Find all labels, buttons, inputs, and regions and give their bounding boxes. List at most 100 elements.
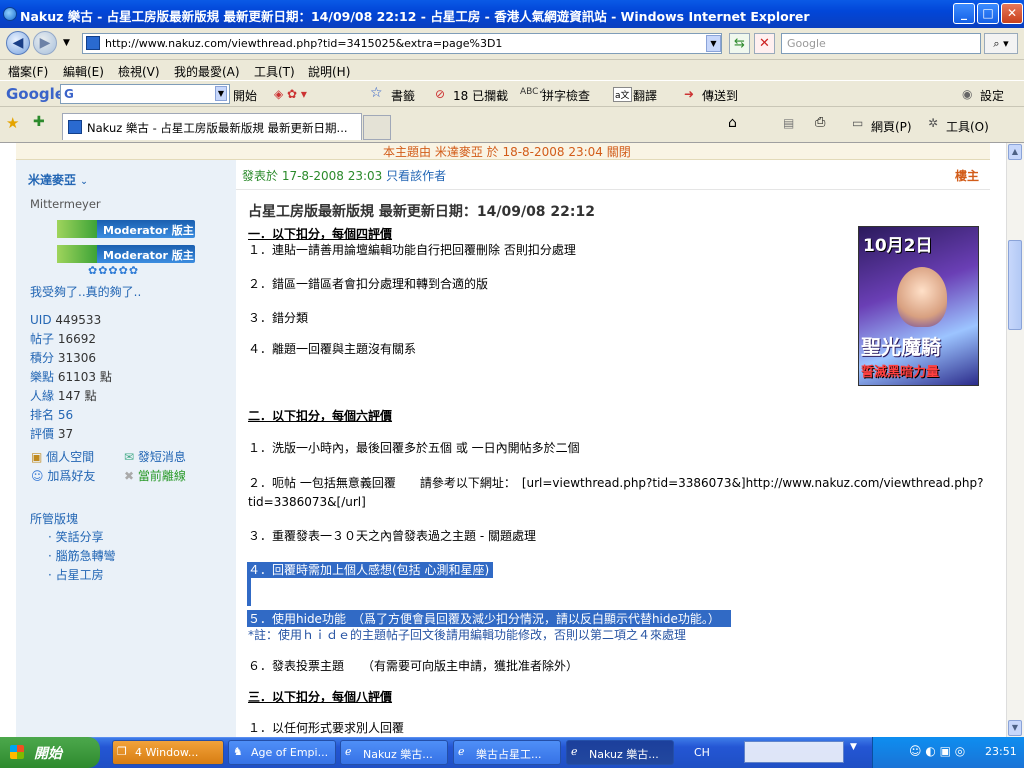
section-2-item: ２．呃帖 一包括無意義回覆 請參考以下網址： [url=viewthread.p… xyxy=(248,476,984,490)
tab-page-icon xyxy=(68,120,82,134)
taskbar-search-dropdown-icon[interactable]: ▼ xyxy=(850,742,857,752)
system-tray: ☺ ◐ ▣ ◎ 23:51 xyxy=(872,737,1024,768)
back-button[interactable]: ◀ xyxy=(6,31,30,55)
ad-date: 10月2日 xyxy=(863,236,933,256)
address-dropdown-icon[interactable]: ▼ xyxy=(706,35,721,52)
new-tab-button[interactable] xyxy=(363,115,391,140)
moderator-badge-2: Moderator 版主 xyxy=(57,245,195,263)
window-title: Nakuz 樂古 - 占星工房版最新版規 最新更新日期：14/09/08 22:… xyxy=(20,9,810,24)
thread-closed-notice: 本主題由 米達麥亞 於 18-8-2008 23:04 關閉 xyxy=(16,143,990,160)
hide-note: *註：使用ｈｉｄｅ的主題帖子回文後請用編輯功能修改，否則以第二項之４來處理 xyxy=(248,628,687,642)
send-to-button[interactable]: 傳送到 xyxy=(702,87,738,104)
search-icon[interactable]: ⌕ ▾ xyxy=(984,33,1018,54)
menu-view[interactable]: 檢視(V) xyxy=(118,63,160,80)
section-2-item: ３．重覆發表一３０天之內曾發表過之主題 - 關題處理 xyxy=(248,529,536,543)
stat-popularity: 人緣 147 點 xyxy=(30,389,97,403)
page-scrollbar[interactable] xyxy=(1006,143,1024,737)
space-icon: ▣ xyxy=(31,450,43,464)
managed-forum-link[interactable]: · 腦筋急轉彎 xyxy=(48,547,116,566)
space-link[interactable]: ▣ 個人空間 xyxy=(31,448,94,465)
address-input[interactable]: http://www.nakuz.com/viewthread.php?tid=… xyxy=(82,33,722,54)
taskbar-item[interactable]: ♞ Age of Empi... xyxy=(228,740,336,765)
section-3-item: １．以任何形式要求別人回覆 xyxy=(248,721,405,735)
folder-icon: ❐ xyxy=(117,745,127,758)
refresh-icon[interactable]: ⇆ xyxy=(729,33,750,54)
taskbar-item[interactable]: ℯ 樂古占星工... xyxy=(453,740,561,765)
bookmarks-button[interactable]: 書籤 xyxy=(391,87,415,104)
menu-favorites[interactable]: 我的最愛(A) xyxy=(174,63,240,80)
taskbar-item[interactable]: ❐ 4 Window... xyxy=(112,740,224,765)
start-button[interactable]: 開始 xyxy=(0,737,100,768)
post-meta: 發表於 17-8-2008 23:03 只看該作者 xyxy=(242,169,447,183)
ad-banner[interactable]: 10月2日 聖光魔騎 誓滅黑暗力量 xyxy=(858,226,979,386)
post-floor[interactable]: 樓主 xyxy=(955,167,979,184)
maximize-button[interactable]: □ xyxy=(977,3,999,24)
google-dropdown-icon[interactable]: ▼ xyxy=(214,86,227,101)
translate-icon: a文 xyxy=(613,87,632,102)
home-icon[interactable]: ⌂ xyxy=(728,115,737,131)
add-favorites-icon[interactable]: ✚ xyxy=(33,114,45,130)
menu-help[interactable]: 說明(H) xyxy=(308,63,350,80)
bookmark-star-icon[interactable]: ☆ xyxy=(370,85,383,101)
offline-icon: ✖ xyxy=(124,469,135,483)
scroll-up-icon[interactable]: ▲ xyxy=(1008,144,1022,160)
settings-icon: ◉ xyxy=(962,87,973,101)
page-menu-icon: ▭ xyxy=(852,116,864,130)
add-friend-link[interactable]: ☺ 加爲好友 xyxy=(31,467,95,484)
scroll-thumb[interactable] xyxy=(1008,240,1022,330)
taskbar-item[interactable]: ℯ Nakuz 樂古... xyxy=(340,740,448,765)
tray-icons[interactable]: ☺ ◐ ▣ ◎ xyxy=(909,744,965,758)
managed-forums-list: · 笑話分享 · 腦筋急轉彎 · 占星工房 xyxy=(48,528,116,585)
moderator-badge-1: Moderator 版主 xyxy=(57,220,195,238)
section-2-item-cont: tid=3386073&[/url] xyxy=(248,495,366,509)
window-titlebar[interactable]: Nakuz 樂古 - 占星工房版最新版規 最新更新日期：14/09/08 22:… xyxy=(0,0,1024,28)
menu-edit[interactable]: 編輯(E) xyxy=(63,63,104,80)
section-1-item: ３．錯分類 xyxy=(248,311,309,325)
history-dropdown-icon[interactable]: ▼ xyxy=(63,38,70,48)
section-2-item-selected: ４．回覆時需加上個人感想(包括 心測和星座) xyxy=(248,563,490,577)
taskbar-item-active[interactable]: ℯ Nakuz 樂古... xyxy=(566,740,674,765)
ad-title: 聖光魔騎 xyxy=(861,335,941,359)
tab-active-label: Nakuz 樂古 - 占星工房版最新版規 最新更新日期... xyxy=(87,121,348,135)
stat-posts: 帖子 16692 xyxy=(30,332,97,346)
clock: 23:51 xyxy=(985,745,1017,758)
author-name[interactable]: 米達麥亞 ⌄ xyxy=(28,171,88,188)
section-2-item: ６．發表投票主題 （有需要可向版主申請，獲批准者除外） xyxy=(248,659,579,673)
post-title: 占星工房版最新版規 最新更新日期：14/09/08 22:12 xyxy=(248,204,595,220)
author-subname: Mittermeyer xyxy=(30,197,101,211)
print-icon[interactable]: ⎙ xyxy=(815,115,825,130)
page-menu[interactable]: 網頁(P) xyxy=(871,118,912,135)
pm-link[interactable]: ✉ 發短消息 xyxy=(124,448,186,465)
section-2-heading: 二．以下扣分，每個六評價 xyxy=(248,409,393,423)
menu-bar: 檔案(F) 編輯(E) 檢視(V) 我的最愛(A) 工具(T) 說明(H) xyxy=(0,60,1024,80)
ie-logo-icon xyxy=(3,7,17,21)
spellcheck-button[interactable]: 拼字檢查 xyxy=(542,87,590,104)
selection-highlight xyxy=(247,578,251,606)
taskbar-search-input[interactable] xyxy=(744,741,844,763)
send-to-icon: ➜ xyxy=(684,87,695,101)
favorites-star-icon[interactable]: ★ xyxy=(6,114,19,132)
popup-blocked-count[interactable]: 18 已攔截 xyxy=(453,87,508,104)
language-indicator[interactable]: CH xyxy=(694,746,710,759)
feeds-icon[interactable]: ▤ xyxy=(783,116,794,130)
search-input[interactable]: Google xyxy=(781,33,981,54)
settings-button[interactable]: 設定 xyxy=(980,87,1004,104)
close-button[interactable]: ✕ xyxy=(1001,3,1023,24)
managed-forum-link[interactable]: · 占星工房 xyxy=(48,566,116,585)
tools-menu[interactable]: 工具(O) xyxy=(946,118,989,135)
scroll-down-icon[interactable]: ▼ xyxy=(1008,720,1022,736)
menu-file[interactable]: 檔案(F) xyxy=(8,63,48,80)
google-logo: Google xyxy=(6,85,65,103)
google-search-input[interactable]: G ▼ xyxy=(60,84,230,104)
translate-button[interactable]: 翻譯 xyxy=(633,87,657,104)
minimize-button[interactable]: _ xyxy=(953,3,975,24)
managed-forum-link[interactable]: · 笑話分享 xyxy=(48,528,116,547)
only-author-link[interactable]: 只看該作者 xyxy=(386,169,446,183)
menu-tools[interactable]: 工具(T) xyxy=(254,63,295,80)
forward-button[interactable]: ▶ xyxy=(33,31,57,55)
google-tools-icons[interactable]: ◈ ✿ ▾ xyxy=(274,87,307,101)
tab-active[interactable]: Nakuz 樂古 - 占星工房版最新版規 最新更新日期... xyxy=(62,113,362,140)
stop-icon[interactable]: ✕ xyxy=(754,33,775,54)
google-go-button[interactable]: 開始 xyxy=(233,87,257,104)
offline-status: ✖ 當前離線 xyxy=(124,469,186,483)
